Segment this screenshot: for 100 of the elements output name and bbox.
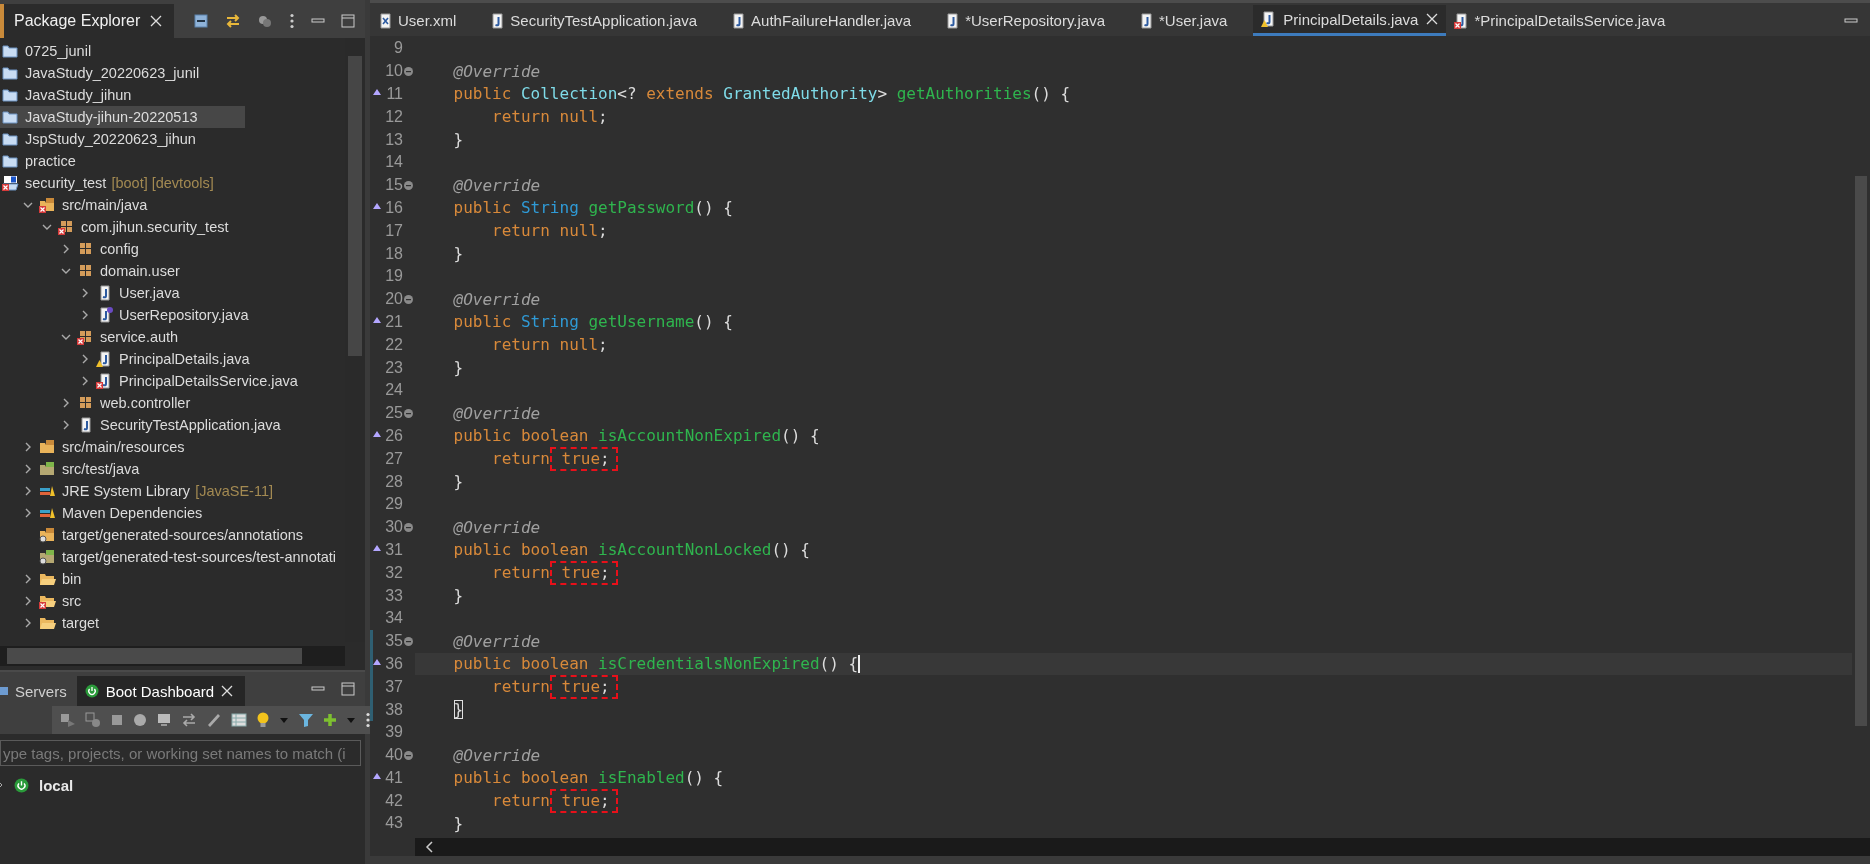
fold-icon[interactable] — [404, 408, 413, 418]
chevron-right-icon[interactable] — [23, 486, 33, 496]
horizontal-scrollbar[interactable] — [415, 838, 1870, 856]
fold-icon[interactable] — [404, 66, 413, 76]
sphere-icon[interactable] — [133, 713, 147, 727]
chevron-right-icon[interactable] — [80, 310, 90, 320]
tree-item[interactable]: src/main/resources — [0, 436, 345, 458]
view-tab[interactable]: Servers — [0, 676, 77, 706]
tree-item[interactable]: target/generated-sources/annotations — [0, 524, 345, 546]
tree-item[interactable]: JavaStudy_jihun — [0, 84, 345, 106]
tree-item[interactable]: config — [0, 238, 345, 260]
filter-icon[interactable] — [298, 712, 314, 728]
tree-item[interactable]: PrincipalDetails.java — [0, 348, 345, 370]
tree-item[interactable]: SecurityTestApplication.java — [0, 414, 345, 436]
fold-icon[interactable] — [404, 180, 413, 190]
override-icon — [373, 658, 381, 665]
tree-item[interactable]: target/generated-test-sources/test-annotati — [0, 546, 345, 568]
chevron-right-icon[interactable] — [80, 376, 90, 386]
tree-item[interactable]: JavaStudy-jihun-20220513 — [0, 106, 245, 128]
chevron-right-icon[interactable] — [23, 618, 33, 628]
chevron-right-icon[interactable] — [61, 420, 71, 430]
chevron-right-icon[interactable] — [80, 288, 90, 298]
maximize-icon[interactable] — [341, 682, 355, 696]
more-icon[interactable] — [289, 13, 295, 29]
more-icon[interactable] — [365, 712, 371, 728]
close-icon[interactable] — [150, 15, 163, 27]
tree-item[interactable]: local — [0, 772, 365, 798]
tree-item[interactable]: com.jihun.security_test — [0, 216, 345, 238]
chevron-right-icon[interactable] — [23, 464, 33, 474]
chevron-down-icon[interactable] — [61, 266, 71, 276]
view-menu-icon[interactable] — [257, 13, 273, 29]
fold-icon[interactable] — [404, 636, 413, 646]
line-number: 22 — [385, 335, 403, 354]
keyword-text: true — [560, 791, 601, 811]
editor-tab[interactable]: User.xml — [370, 5, 483, 36]
tree-item[interactable]: service.auth — [0, 326, 345, 348]
chevron-right-icon[interactable] — [61, 244, 71, 254]
swap-arrows-icon[interactable] — [181, 712, 197, 728]
editor-tab[interactable]: *UserRepository.java — [937, 5, 1131, 36]
chevron-down-icon[interactable] — [61, 332, 71, 342]
link-arrows-icon[interactable] — [225, 13, 241, 29]
code-text: } — [452, 358, 464, 378]
tree-item[interactable]: practice — [0, 150, 345, 172]
editor-tab[interactable]: *User.java — [1131, 5, 1254, 36]
tree-item[interactable]: src — [0, 590, 345, 612]
tree-item[interactable]: security_test [boot] [devtools] — [0, 172, 345, 194]
fold-icon[interactable] — [404, 294, 413, 304]
maximize-icon[interactable] — [341, 14, 355, 28]
view-tab[interactable]: Boot Dashboard — [76, 676, 246, 706]
chevron-right-icon[interactable] — [80, 354, 90, 364]
keyword-text: boolean — [519, 768, 589, 788]
tree-item[interactable]: 0725_junil — [0, 40, 345, 62]
monitor-icon[interactable] — [156, 712, 172, 728]
tree-item[interactable]: JspStudy_20220623_jihun — [0, 128, 345, 150]
editor-tab[interactable]: PrincipalDetails.java — [1253, 5, 1447, 36]
editor-tab[interactable]: SecurityTestApplication.java — [482, 5, 724, 36]
scroll-left-icon[interactable] — [425, 841, 433, 853]
chevron-down-icon[interactable] — [23, 200, 33, 210]
tree-item[interactable]: web.controller — [0, 392, 345, 414]
tree-item[interactable]: bin — [0, 568, 345, 590]
horizontal-scrollbar[interactable] — [0, 646, 345, 666]
tree-item[interactable]: JRE System Library [JavaSE-11] — [0, 480, 345, 502]
chevron-down-icon[interactable] — [42, 222, 52, 232]
method-name: getAuthorities — [896, 84, 1032, 104]
keyword-text: return — [491, 335, 550, 355]
code-text: () { — [771, 540, 810, 560]
editor-tab[interactable]: *PrincipalDetailsService.java — [1446, 5, 1692, 36]
plus-icon[interactable] — [323, 713, 337, 727]
filter-field[interactable]: ype tags, projects, or working set names to match (i — [0, 740, 361, 766]
tree-item[interactable]: User.java — [0, 282, 345, 304]
keyword-text: return — [491, 677, 550, 697]
collapse-all-icon[interactable] — [193, 13, 209, 29]
line-number: 21 — [385, 312, 403, 331]
code-text: () { — [684, 768, 724, 788]
stop-icon[interactable] — [110, 713, 124, 727]
chevron-right-icon[interactable] — [23, 442, 33, 452]
fold-icon[interactable] — [404, 522, 413, 532]
line-number: 33 — [385, 586, 403, 605]
tree-item[interactable]: PrincipalDetailsService.java — [0, 370, 345, 392]
tree-item[interactable]: Maven Dependencies — [0, 502, 345, 524]
tree-item[interactable]: UserRepository.java — [0, 304, 345, 326]
fold-icon[interactable] — [404, 750, 413, 760]
tree-item[interactable]: domain.user — [0, 260, 345, 282]
pencil-icon[interactable] — [206, 712, 222, 728]
close-icon[interactable] — [1426, 13, 1439, 25]
view-tab[interactable]: Package Explorer — [0, 4, 175, 38]
tree-item[interactable]: src/main/java — [0, 194, 345, 216]
tree-item[interactable]: JavaStudy_20220623_junil — [0, 62, 345, 84]
chevron-right-icon[interactable] — [23, 508, 33, 518]
close-icon[interactable] — [221, 685, 234, 697]
chevron-right-icon[interactable] — [23, 574, 33, 584]
start-icon[interactable] — [60, 712, 76, 728]
chevron-right-icon[interactable] — [23, 596, 33, 606]
tree-item[interactable]: src/test/java — [0, 458, 345, 480]
table-icon[interactable] — [231, 712, 247, 728]
chevron-right-icon[interactable] — [61, 398, 71, 408]
code-text: () { — [819, 654, 859, 674]
lightbulb-icon[interactable] — [256, 712, 270, 728]
editor-tab[interactable]: AuthFailureHandler.java — [723, 5, 938, 36]
tree-item[interactable]: target — [0, 612, 345, 634]
